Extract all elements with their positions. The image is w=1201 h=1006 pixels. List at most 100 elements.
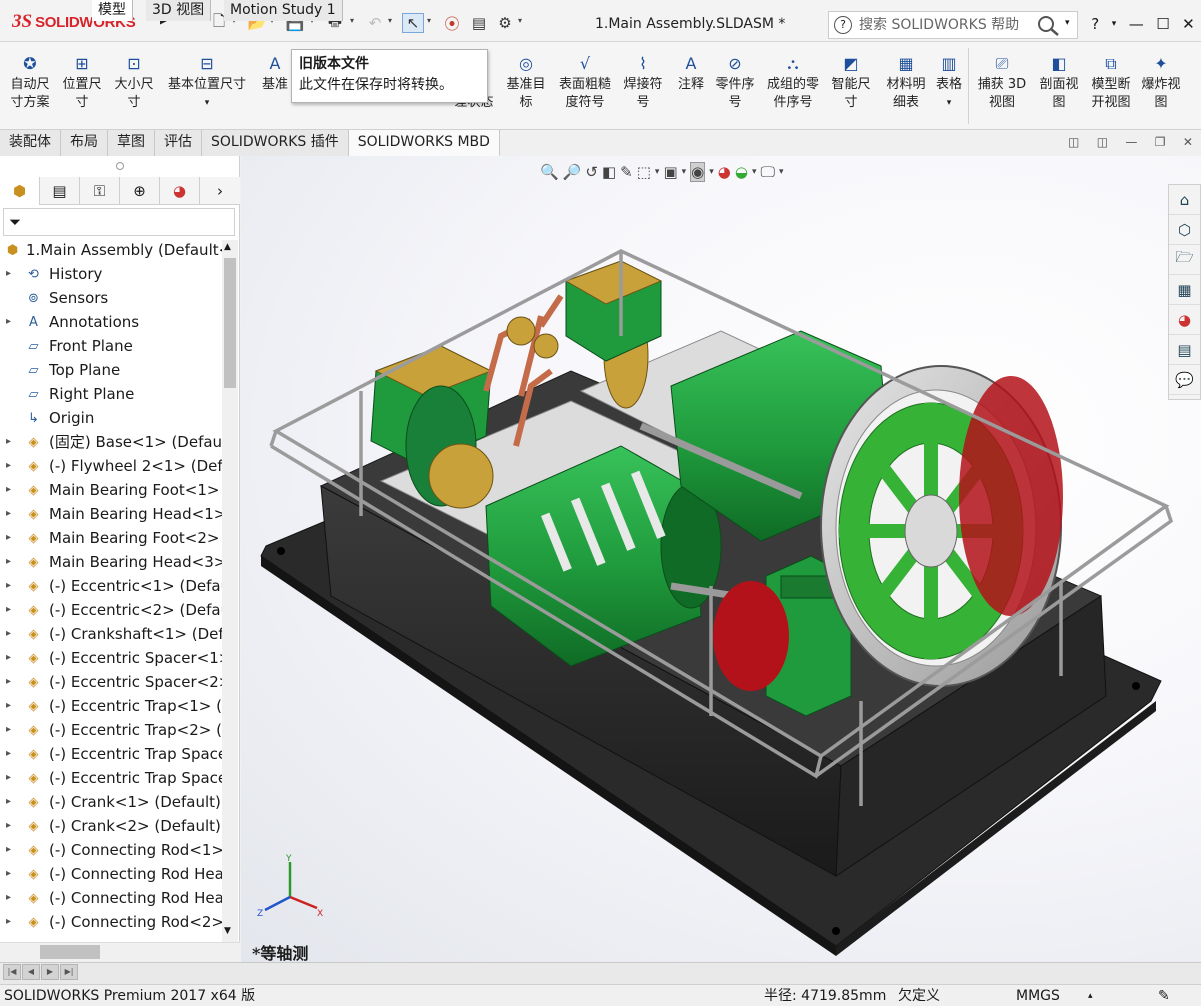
tree-expand-icon[interactable]: ▸ [6, 646, 16, 670]
tree-item[interactable]: ▸ ◈ (固定) Base<1> (Default [0, 430, 222, 454]
tree-root[interactable]: ⬢ 1.Main Assembly (Default< [0, 238, 222, 262]
tree-expand-icon[interactable]: ▸ [6, 598, 16, 622]
tree-item[interactable]: ▱ Right Plane [0, 382, 222, 406]
design-library-icon[interactable]: ⬡ [1169, 215, 1200, 245]
scroll-up-icon[interactable]: ▲ [224, 242, 231, 252]
select-cursor-icon[interactable]: ↖ [402, 13, 424, 33]
tree-item[interactable]: ▱ Front Plane [0, 334, 222, 358]
maximize-button[interactable]: ☐ [1156, 15, 1169, 33]
next-tab-icon[interactable]: ▶ [41, 964, 59, 980]
tree-expand-icon[interactable]: ▸ [6, 694, 16, 718]
view-palette-icon[interactable]: ▦ [1169, 275, 1200, 305]
toolbar-tool-10[interactable]: √ 表面粗糙 度符号 [554, 46, 616, 112]
doc-close-icon[interactable]: ✕ [1183, 135, 1193, 153]
tree-expand-icon[interactable]: ▸ [6, 454, 16, 478]
view-settings-icon[interactable]: 🖵 [761, 163, 775, 181]
tree-expand-icon[interactable]: ▸ [6, 742, 16, 766]
help-dropdown-icon[interactable]: ▾ [1112, 19, 1117, 29]
scene-dropdown-icon[interactable]: ▾ [752, 167, 757, 177]
dimxpert-tab-icon[interactable]: ⊕ [120, 177, 160, 205]
first-tab-icon[interactable]: |◀ [3, 964, 21, 980]
tabs-more-icon[interactable]: › [200, 177, 240, 205]
tree-item[interactable]: ▸ ◈ (-) Connecting Rod Hea [0, 862, 222, 886]
toolbar-tool-2[interactable]: ⊡ 大小尺寸 [110, 46, 158, 112]
doc-minimize-icon[interactable]: — [1125, 135, 1137, 153]
options-dropdown-icon[interactable]: ▾ [518, 16, 526, 28]
status-message-icon[interactable]: ✎ [1158, 985, 1170, 1006]
options-gear-icon[interactable]: ⚙ [494, 13, 516, 33]
tree-expand-icon[interactable]: ▸ [6, 478, 16, 502]
minimize-button[interactable]: — [1129, 15, 1144, 33]
file-properties-icon[interactable]: ▤ [468, 13, 490, 33]
tab-3[interactable]: 评估 [155, 130, 202, 156]
units-dropdown-icon[interactable]: ▴ [1088, 985, 1093, 1006]
zoom-to-area-icon[interactable]: 🔎 [563, 163, 582, 181]
tree-item[interactable]: ▸ ◈ (-) Connecting Rod<2> [0, 910, 222, 934]
tree-expand-icon[interactable]: ▸ [6, 838, 16, 862]
tree-scroll-thumb[interactable] [224, 258, 236, 388]
steam-valve-fitting-2[interactable] [533, 333, 559, 359]
table-dropdown-icon[interactable]: ▾ [932, 94, 966, 112]
toolbar-tool-14[interactable]: ⛬ 成组的零 件序号 [762, 46, 824, 112]
tree-horizontal-scrollbar[interactable] [0, 942, 240, 962]
panel-grip-icon[interactable] [116, 162, 124, 170]
property-manager-tab-icon[interactable]: ▤ [40, 177, 80, 205]
tab-motion-study[interactable]: Motion Study 1 [224, 0, 343, 21]
file-explorer-icon[interactable]: 🗁 [1169, 245, 1200, 275]
select-dropdown-icon[interactable]: ▾ [427, 16, 435, 28]
toolbar-tool-11[interactable]: ⌇ 焊接符号 [618, 46, 668, 112]
toolbar-tool-18[interactable]: ⎚ 捕获 3D 视图 [974, 46, 1030, 112]
apply-scene-icon[interactable]: ◒ [735, 163, 748, 181]
tree-item[interactable]: ▸ ◈ Main Bearing Foot<2> ( [0, 526, 222, 550]
hide-show-items-icon[interactable]: ◉ [690, 162, 706, 182]
toolbar-tool-19[interactable]: ◧ 剖面视图 [1034, 46, 1084, 112]
tree-expand-icon[interactable]: ▸ [6, 574, 16, 598]
tree-item[interactable]: ▸ ◈ Main Bearing Head<1> [0, 502, 222, 526]
tree-expand-icon[interactable]: ▸ [6, 526, 16, 550]
tree-item[interactable]: ▱ Top Plane [0, 358, 222, 382]
undo-icon[interactable]: ↶ [364, 13, 386, 33]
tree-item[interactable]: ▸ ◈ (-) Eccentric Trap Space [0, 766, 222, 790]
tree-item[interactable]: ▸ A Annotations [0, 310, 222, 334]
custom-properties-icon[interactable]: ▤ [1169, 335, 1200, 365]
tree-expand-icon[interactable]: ▸ [6, 310, 16, 334]
tree-item[interactable]: ▸ ◈ (-) Eccentric Trap<2> (D [0, 718, 222, 742]
tab-4[interactable]: SOLIDWORKS 插件 [202, 130, 349, 156]
tree-item[interactable]: ↳ Origin [0, 406, 222, 430]
tree-item[interactable]: ▸ ⟲ History [0, 262, 222, 286]
view-orientation-icon[interactable]: ⬚ [637, 163, 651, 181]
horizontal-scroll-thumb[interactable] [40, 945, 100, 959]
help-search-box[interactable]: ? ▾ [828, 11, 1078, 39]
tree-item[interactable]: ▸ ◈ (-) Crankshaft<1> (Defa [0, 622, 222, 646]
tree-expand-icon[interactable]: ▸ [6, 910, 16, 934]
toolbar-tool-9[interactable]: ◎ 基准目标 [502, 46, 550, 112]
steam-valve-fitting[interactable] [506, 316, 536, 346]
tab-model[interactable]: 模型 [92, 0, 133, 21]
tree-item[interactable]: ▸ ◈ (-) Eccentric Trap<1> (D [0, 694, 222, 718]
tree-expand-icon[interactable]: ▸ [6, 814, 16, 838]
rebuild-traffic-light-icon[interactable]: ⦿ [441, 13, 463, 33]
toolbar-tool-16[interactable]: ▦ 材料明 细表 [880, 46, 932, 112]
toolbar-tool-1[interactable]: ⊞ 位置尺寸 [58, 46, 106, 112]
help-search-input[interactable] [859, 15, 1039, 35]
undo-dropdown-icon[interactable]: ▾ [388, 16, 396, 28]
tree-expand-icon[interactable]: ▸ [6, 718, 16, 742]
toolbar-tool-12[interactable]: A 注释 [672, 46, 710, 94]
close-button[interactable]: ✕ [1182, 15, 1195, 33]
view-settings-dropdown-icon[interactable]: ▾ [779, 167, 784, 177]
tab-2[interactable]: 草图 [108, 130, 155, 156]
tab-1[interactable]: 布局 [61, 130, 108, 156]
tree-item[interactable]: ▸ ◈ (-) Flywheel 2<1> (Defa [0, 454, 222, 478]
tree-item[interactable]: ▸ ◈ (-) Eccentric<1> (Defau [0, 574, 222, 598]
doc-restore-icon[interactable]: ❐ [1155, 135, 1166, 153]
tree-item[interactable]: ▸ ◈ (-) Connecting Rod Hea [0, 886, 222, 910]
tree-item[interactable]: ▸ ◈ Main Bearing Foot<1> ( [0, 478, 222, 502]
tree-expand-icon[interactable]: ▸ [6, 430, 16, 454]
scroll-down-icon[interactable]: ▼ [224, 926, 231, 936]
display-style-dropdown-icon[interactable]: ▾ [682, 167, 687, 177]
feature-manager-tab-icon[interactable]: ⬢ [0, 177, 40, 205]
tree-item[interactable]: ▸ ◈ (-) Crank<2> (Default) [0, 814, 222, 838]
view-orientation-dropdown-icon[interactable]: ▾ [655, 167, 660, 177]
tile-right-icon[interactable]: ◫ [1097, 135, 1108, 153]
previous-view-icon[interactable]: ↺ [585, 163, 598, 181]
